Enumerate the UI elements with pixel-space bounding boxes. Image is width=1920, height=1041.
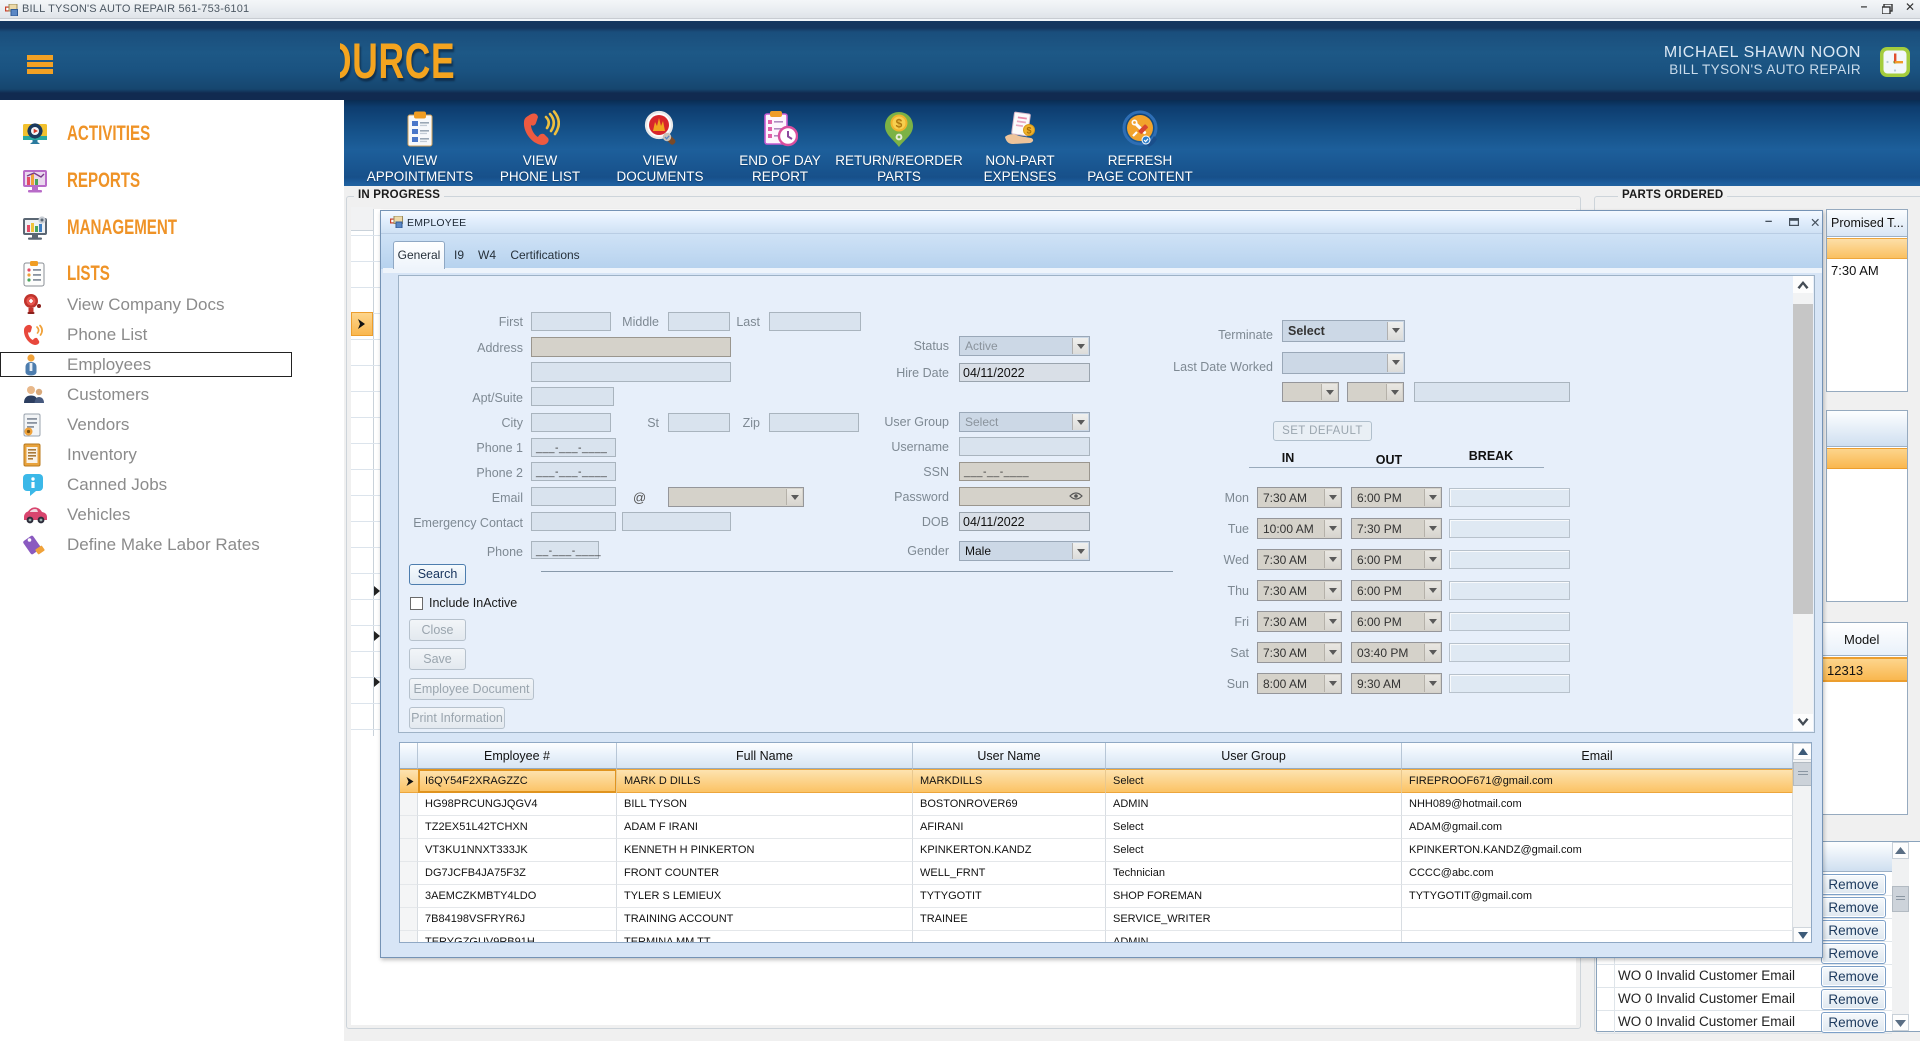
svg-text:$: $ <box>1026 126 1031 136</box>
svg-text:$: $ <box>896 117 903 131</box>
